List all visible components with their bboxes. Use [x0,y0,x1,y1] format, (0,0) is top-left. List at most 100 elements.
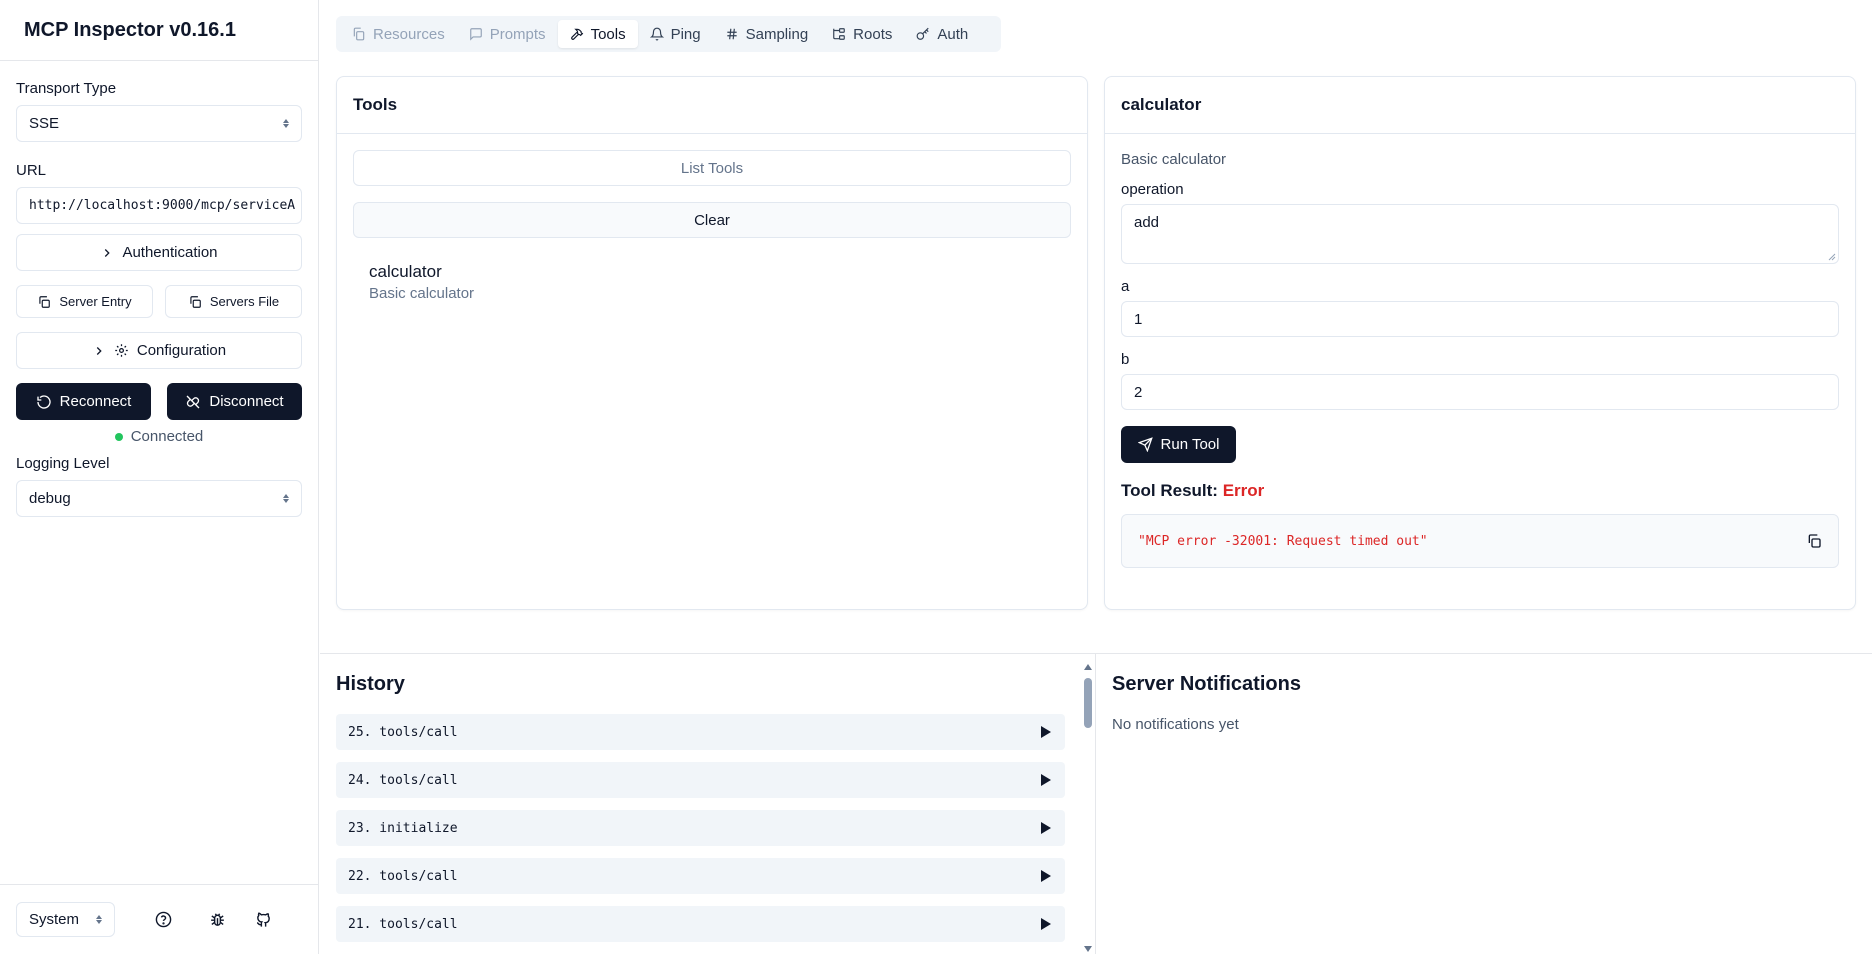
theme-select[interactable]: System [16,902,115,937]
chevron-up-down-icon [283,494,289,503]
list-tools-button[interactable]: List Tools [353,150,1071,186]
run-tool-button[interactable]: Run Tool [1121,426,1236,463]
a-label: a [1121,278,1130,295]
tab-roots[interactable]: Roots [820,20,904,48]
tab-prompts[interactable]: Prompts [457,20,558,48]
logging-level-value: debug [29,490,71,507]
servers-file-button[interactable]: Servers File [165,285,302,318]
transport-type-select[interactable]: SSE [16,105,302,142]
tools-panel-title: Tools [337,77,1087,134]
tab-tools[interactable]: Tools [557,20,638,48]
folder-tree-icon [833,28,846,40]
b-label: b [1121,351,1130,368]
logging-level-select[interactable]: debug [16,480,302,517]
history-title: History [336,673,405,695]
a-input[interactable]: 1 [1121,301,1839,337]
authentication-label: Authentication [122,244,218,261]
tool-result-text: "MCP error -32001: Request timed out" [1138,533,1428,549]
hash-icon [726,28,737,40]
hammer-icon [570,28,583,40]
sidebar-footer: System [0,884,319,954]
resize-handle-icon[interactable] [1828,253,1836,261]
expand-triangle-icon [1041,822,1051,834]
configuration-toggle[interactable]: Configuration [16,332,302,369]
tab-label: Tools [590,25,626,43]
authentication-toggle[interactable]: Authentication [16,234,302,271]
connection-status: Connected [16,428,302,445]
history-item[interactable]: 24. tools/call [336,762,1065,798]
help-icon[interactable] [153,910,173,930]
operation-textarea[interactable]: add [1121,204,1839,264]
server-entry-label: Server Entry [59,294,132,309]
history-item-label: 21. tools/call [348,916,458,932]
tab-label: Sampling [745,25,809,43]
bug-icon[interactable] [207,910,227,930]
send-icon [1137,437,1153,452]
copy-icon [39,295,51,308]
tab-label: Auth [937,25,969,43]
tab-auth[interactable]: Auth [904,20,980,48]
connection-status-text: Connected [130,428,204,445]
history-scrollbar[interactable] [1082,662,1094,954]
tab-ping[interactable]: Ping [638,20,713,48]
history-item-label: 24. tools/call [348,772,458,788]
unplug-icon [186,395,200,408]
tool-description: Basic calculator [1121,151,1227,168]
history-item[interactable]: 22. tools/call [336,858,1065,894]
history-item[interactable]: 23. initialize [336,810,1065,846]
vertical-divider [1095,654,1096,954]
reconnect-button[interactable]: Reconnect [16,383,151,420]
key-icon [916,27,930,40]
tab-label: Roots [853,25,893,43]
tools-panel: Tools List Tools Clear calculator Basic … [336,76,1088,610]
chevron-right-icon [105,248,111,257]
tool-item-name: calculator [369,262,442,281]
app-title: MCP Inspector v0.16.1 [0,0,318,61]
expand-triangle-icon [1041,918,1051,930]
tab-label: Ping [670,25,701,43]
operation-value: add [1134,214,1160,231]
tool-item-description: Basic calculator [369,285,475,302]
github-icon[interactable] [253,910,273,930]
history-item-label: 25. tools/call [348,724,458,740]
transport-type-value: SSE [29,115,60,132]
history-item[interactable]: 25. tools/call [336,714,1065,750]
expand-triangle-icon [1041,870,1051,882]
notifications-title: Server Notifications [1112,673,1301,695]
history-item[interactable]: 21. tools/call [336,906,1065,942]
tool-list-item[interactable]: calculator Basic calculator [353,238,1071,302]
status-dot-icon [114,432,123,441]
clear-button[interactable]: Clear [353,202,1071,238]
expand-triangle-icon [1041,726,1051,738]
expand-triangle-icon [1041,774,1051,786]
tool-detail-title: calculator [1105,77,1855,134]
tab-sampling[interactable]: Sampling [713,20,821,48]
history-item-label: 22. tools/call [348,868,458,884]
main-area: Resources Prompts Tools Ping Sampling Ro… [320,0,1872,954]
copy-icon[interactable] [1806,533,1822,549]
message-icon [469,28,482,41]
files-icon [353,27,365,41]
tab-bar: Resources Prompts Tools Ping Sampling Ro… [336,16,1001,52]
tab-label: Prompts [489,25,546,43]
run-tool-label: Run Tool [1160,436,1220,453]
b-input[interactable]: 2 [1121,374,1839,410]
reconnect-label: Reconnect [59,393,132,410]
chevron-up-down-icon [96,915,102,924]
history-item-label: 23. initialize [348,820,458,836]
servers-file-label: Servers File [209,294,280,309]
tab-resources[interactable]: Resources [340,20,457,48]
disconnect-button[interactable]: Disconnect [167,383,302,420]
server-entry-button[interactable]: Server Entry [16,285,153,318]
disconnect-label: Disconnect [209,393,284,410]
url-input[interactable]: http://localhost:9000/mcp/serviceA [16,187,302,224]
tool-result-heading: Tool Result: Error [1121,481,1839,501]
logging-level-label: Logging Level [16,455,110,472]
tool-detail-panel: calculator Basic calculator operation ad… [1104,76,1856,610]
tool-result-box: "MCP error -32001: Request timed out" [1121,514,1839,568]
gear-icon [115,344,128,357]
tab-label: Resources [373,25,445,43]
configuration-label: Configuration [136,342,227,359]
panel-divider[interactable] [320,653,1872,654]
tool-result-label: Tool Result: [1121,481,1218,500]
